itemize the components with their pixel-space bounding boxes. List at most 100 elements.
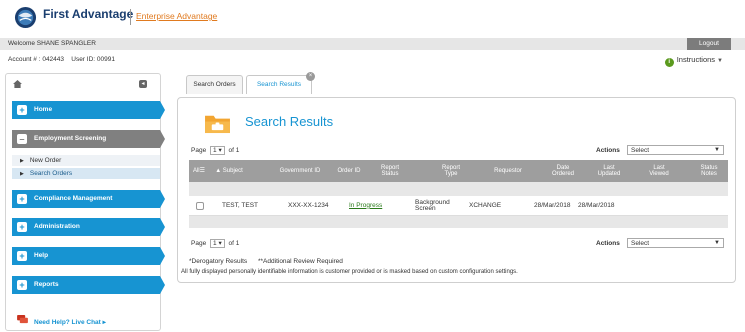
sidebar-item-label: Employment Screening [34,135,107,142]
plus-icon: + [17,280,27,290]
page-label: Page [191,240,207,247]
brand-divider [130,9,131,25]
live-chat-link[interactable]: Need Help? Live Chat ▸ [34,318,106,326]
sidebar-subitem-label: New Order [29,157,62,164]
chevron-down-icon: ▾ [218,240,222,247]
tab-label: Search Orders [193,81,236,88]
sidebar-item-label: Compliance Management [34,195,113,202]
welcome-bar: Welcome SHANE SPANGLER Logout [0,38,745,50]
tab-label: Search Results [256,81,302,88]
cell-report-type: Background Screen [415,198,450,212]
cell-last-updated: 28/Mar/2018 [578,201,615,209]
chevron-down-icon: ▼ [714,147,720,153]
sidebar-item-employment-screening[interactable]: – Employment Screening [12,130,165,148]
row-checkbox[interactable] [196,202,204,210]
column-report-type[interactable]: Report Type [437,160,465,182]
logout-button[interactable]: Logout [687,38,731,50]
home-icon[interactable] [13,80,22,88]
pager-top: Page 1 ▾ of 1 [191,146,239,155]
column-header: Report Type [441,164,460,178]
pager-bottom: Page 1 ▾ of 1 [191,239,239,248]
sidebar-item-label: Help [34,252,49,259]
close-icon[interactable]: × [306,72,315,81]
collapse-icon[interactable]: ◂ [139,80,147,88]
plus-icon: + [17,251,27,261]
cell-order-status-link[interactable]: In Progress [349,196,382,216]
actions-select[interactable]: Select ▼ [627,145,724,155]
order-status-link[interactable]: In Progress [349,202,382,210]
select-all-icon: ☰ [199,167,206,174]
page-of: of 1 [228,147,240,154]
column-requestor[interactable]: Requestor [483,160,533,182]
column-header: Government ID [279,167,321,174]
sidebar-item-help[interactable]: + Help [12,247,165,265]
column-header: Last Viewed [649,164,669,178]
column-header: Date Ordered [551,164,574,178]
user-id: User ID: 00991 [71,56,115,63]
sidebar-item-reports[interactable]: + Reports [12,276,165,294]
page-select[interactable]: 1 ▾ [210,239,225,248]
legend-footnote: *Derogatory Results **Additional Review … [189,258,343,265]
plus-icon: + [17,105,27,115]
actions-select-value: Select [631,240,650,247]
globe-logo-icon [14,6,37,29]
chat-icon[interactable] [17,315,28,324]
actions-select-value: Select [631,147,650,154]
chevron-down-icon: ▾ [218,147,222,154]
actions-label: Actions [596,240,620,247]
sidebar-subitem-search-orders[interactable]: ▶ Search Orders [12,168,160,179]
minus-icon: – [17,134,27,144]
plus-icon: + [17,222,27,232]
sidebar-item-label: Reports [34,281,59,288]
column-subject[interactable]: ▲ Subject [209,160,249,182]
column-header: Requestor [494,167,522,174]
sidebar-item-administration[interactable]: + Administration [12,218,165,236]
cell-date-ordered: 28/Mar/2018 [534,201,571,209]
sidebar-item-compliance-management[interactable]: + Compliance Management [12,190,165,208]
table-spacer [189,182,728,196]
column-header: Order ID [337,167,361,174]
sidebar-subitem-new-order[interactable]: ▶ New Order [12,155,160,166]
header: First Advantage Enterprise Advantage [0,0,745,36]
page-value: 1 [213,147,217,154]
instructions-menu[interactable]: i Instructions ▼ [664,55,723,67]
column-last-updated[interactable]: Last Updated [593,160,625,182]
table-spacer [189,216,728,228]
chevron-down-icon: ▼ [714,240,720,246]
page-select[interactable]: 1 ▾ [210,146,225,155]
actions-select[interactable]: Select ▼ [627,238,724,248]
chevron-down-icon: ▼ [717,58,723,64]
column-last-viewed[interactable]: Last Viewed [644,160,674,182]
sidebar-subitem-label: Search Orders [29,170,73,177]
page-value: 1 [213,240,217,247]
cell-government-id: XXX-XX-1234 [288,201,329,209]
cell-subject: TEST, TEST [222,201,258,209]
cell-requestor: XCHANGE [469,201,502,209]
tab-search-results[interactable]: Search Results × [246,72,315,94]
plus-icon: + [17,194,27,204]
search-results-panel: Search Results Page 1 ▾ of 1 Actions Sel… [177,97,736,283]
column-status-notes[interactable]: Status Notes [694,160,724,182]
account-row: Account # : 042443 User ID: 00991 i Instr… [0,53,745,67]
arrow-right-icon: ▶ [20,158,24,164]
row-checkbox-cell [196,196,204,216]
column-header: Report Status [380,164,399,178]
info-icon: i [664,58,674,67]
sidebar: ◂ + Home – Employment Screening ▶ New Ord… [5,73,165,331]
column-all[interactable]: All ☰ [191,160,207,182]
column-order-id[interactable]: Order ID [329,160,369,182]
sidebar-top: ◂ [6,74,160,94]
instructions-label: Instructions [676,55,716,64]
table-row: TEST, TEST XXX-XX-1234 In Progress Backg… [189,196,728,216]
enterprise-advantage-link[interactable]: Enterprise Advantage [136,11,217,21]
column-header: All [192,167,200,174]
folder-icon [205,115,230,134]
sidebar-item-label: Home [34,106,53,113]
column-government-id[interactable]: Government ID [275,160,325,182]
column-header: Last Updated [597,164,621,178]
tab-search-orders[interactable]: Search Orders [186,75,243,94]
brand-name: First Advantage [43,7,134,21]
column-report-status[interactable]: Report Status [375,160,405,182]
sidebar-item-home[interactable]: + Home [12,101,165,119]
column-date-ordered[interactable]: Date Ordered [547,160,579,182]
